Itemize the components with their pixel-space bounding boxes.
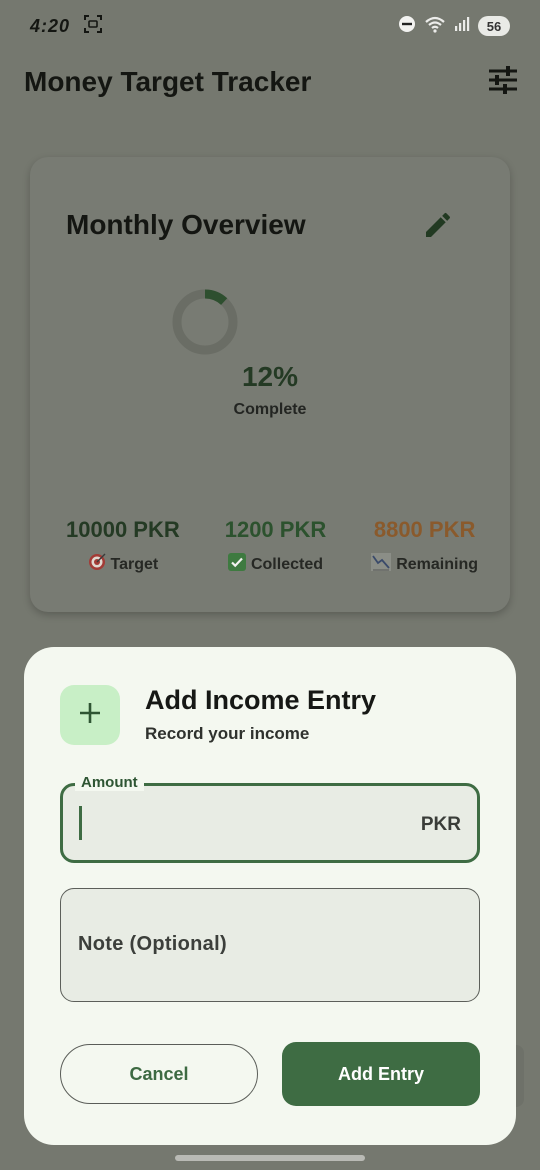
status-time: 4:20 (30, 15, 71, 36)
status-bar: 4:20 56 (0, 0, 540, 52)
progress-percent: 12% (241, 361, 299, 392)
amount-field-label: Amount (75, 774, 144, 791)
stat-remaining-value: 8800 PKR (373, 517, 476, 542)
background-element (516, 1045, 524, 1107)
tune-settings-icon[interactable] (488, 65, 518, 99)
stat-target-value: 10000 PKR (66, 517, 180, 542)
edit-icon[interactable] (422, 209, 454, 246)
stat-remaining-label: Remaining (396, 555, 478, 573)
progress-arc (204, 289, 228, 306)
note-placeholder: Note (Optional) (78, 933, 227, 955)
stat-collected-label: Collected (250, 555, 323, 573)
progress-donut (172, 289, 238, 355)
wifi-icon (424, 15, 446, 38)
stat-target: 10000 PKR Target (66, 517, 180, 576)
note-field[interactable]: Note (Optional) (60, 888, 480, 1002)
overview-title: Monthly Overview (66, 209, 306, 240)
text-cursor (79, 806, 82, 840)
progress-label: Complete (233, 401, 307, 418)
target-icon (88, 553, 106, 576)
add-entry-button[interactable]: Add Entry (282, 1042, 480, 1106)
home-indicator[interactable] (175, 1155, 365, 1161)
cancel-button[interactable]: Cancel (60, 1044, 258, 1104)
add-icon (78, 701, 102, 730)
signal-icon (454, 16, 470, 37)
sheet-subtitle: Record your income (145, 724, 310, 743)
add-icon-container (60, 685, 120, 745)
stat-remaining: 8800 PKR Remaining (371, 517, 478, 576)
stat-target-label: Target (110, 555, 159, 573)
app-bar: Money Target Tracker (0, 52, 540, 112)
check-box-icon (227, 553, 246, 576)
sheet-title: Add Income Entry (145, 685, 377, 715)
stat-collected-value: 1200 PKR (224, 517, 327, 542)
trend-down-icon (371, 553, 392, 576)
stat-collected: 1200 PKR Collected (225, 517, 327, 576)
stats-row: 10000 PKR Target 1200 PKR Collected 8800… (66, 517, 478, 576)
monthly-overview-card: Monthly Overview 12% Complete 10000 PKR (30, 157, 510, 612)
screenshot-icon (84, 14, 103, 38)
app-title: Money Target Tracker (24, 66, 312, 97)
add-income-sheet: Add Income Entry Record your income Amou… (24, 647, 516, 1145)
battery-indicator: 56 (478, 16, 510, 36)
amount-field[interactable]: Amount PKR (60, 774, 480, 863)
amount-suffix: PKR (420, 814, 461, 835)
do-not-disturb-icon (398, 15, 416, 38)
